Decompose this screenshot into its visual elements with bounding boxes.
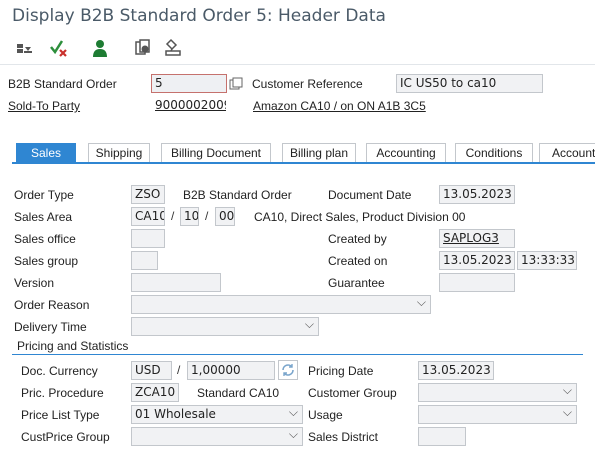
delivery-time-dropdown[interactable] [131, 317, 319, 336]
b2b-standard-order-label: B2B Standard Order [8, 77, 117, 91]
tab-accounting[interactable]: Accounting [366, 143, 446, 162]
refresh-rate-icon[interactable] [278, 360, 298, 380]
doc-currency-label: Doc. Currency [21, 364, 98, 378]
sales-district-field[interactable] [418, 427, 466, 446]
sales-area-description: CA10, Direct Sales, Product Division 00 [254, 210, 466, 224]
currency-separator: / [177, 363, 181, 377]
tab-billing-document[interactable]: Billing Document [161, 143, 271, 162]
usage-dropdown[interactable] [418, 405, 577, 424]
tab-sales[interactable]: Sales [16, 143, 76, 162]
custprice-group-label: CustPrice Group [21, 430, 110, 444]
copy-field-icon[interactable] [229, 77, 243, 94]
business-partner-icon[interactable] [90, 38, 110, 58]
sales-area-separator: / [205, 209, 209, 223]
cancel-check-icon[interactable] [48, 38, 68, 58]
customer-reference-label: Customer Reference [252, 77, 363, 91]
usage-label: Usage [308, 408, 343, 422]
other-document-icon[interactable] [14, 38, 34, 58]
sold-to-party-description[interactable]: Amazon CA10 / on ON A1B 3C5 [253, 99, 426, 113]
page-title: Display B2B Standard Order 5: Header Dat… [12, 6, 386, 26]
tab-billing-plan[interactable]: Billing plan [282, 143, 356, 162]
document-date-label: Document Date [328, 188, 412, 202]
created-by-label: Created by [328, 232, 387, 246]
version-label: Version [14, 276, 55, 290]
customer-group-label: Customer Group [308, 386, 397, 400]
pricing-date-label: Pricing Date [308, 364, 374, 378]
print-stamp-icon[interactable] [163, 38, 183, 58]
pricing-procedure-description: Standard CA10 [197, 386, 280, 400]
price-list-type-dropdown[interactable]: 01 Wholesale [131, 405, 303, 424]
guarantee-label: Guarantee [328, 276, 385, 290]
distribution-channel-field[interactable]: 10 [180, 207, 199, 226]
sold-to-party-label[interactable]: Sold-To Party [8, 99, 80, 113]
tab-conditions[interactable]: Conditions [455, 143, 533, 162]
order-number-field[interactable]: 5 [151, 74, 227, 93]
sales-area-separator: / [171, 209, 175, 223]
guarantee-field[interactable] [439, 273, 515, 292]
toolbar-divider [0, 64, 595, 65]
order-type-description: B2B Standard Order [183, 188, 292, 202]
sales-district-label: Sales District [308, 430, 379, 444]
sales-office-field[interactable] [131, 229, 165, 248]
sales-organization-field[interactable]: CA10 [131, 207, 165, 226]
sales-office-label: Sales office [14, 232, 76, 246]
pricing-procedure-field[interactable]: ZCA10 [131, 383, 179, 402]
order-type-label: Order Type [14, 188, 74, 202]
exchange-rate-field[interactable]: 1,00000 [187, 361, 275, 380]
created-by-field[interactable]: SAPLOG3 [439, 229, 515, 248]
customer-reference-field[interactable]: IC US50 to ca10 [396, 74, 543, 93]
created-on-label: Created on [328, 254, 388, 268]
copy-document-icon[interactable] [133, 38, 153, 58]
pricing-statistics-group-line [12, 354, 583, 355]
currency-field[interactable]: USD [131, 361, 172, 380]
pricing-date-field[interactable]: 13.05.2023 [418, 361, 494, 380]
sales-group-field[interactable] [131, 251, 158, 270]
version-field[interactable] [131, 273, 221, 292]
pricing-statistics-group-title: Pricing and Statistics [17, 339, 129, 353]
order-type-field[interactable]: ZSO [131, 185, 165, 204]
price-list-type-label: Price List Type [21, 408, 100, 422]
document-date-field[interactable]: 13.05.2023 [439, 185, 515, 204]
customer-group-dropdown[interactable] [418, 383, 577, 402]
custprice-group-dropdown[interactable] [131, 427, 303, 446]
sales-group-label: Sales group [14, 254, 79, 268]
delivery-time-label: Delivery Time [14, 320, 87, 334]
order-reason-dropdown[interactable] [131, 295, 431, 314]
created-on-date-field[interactable]: 13.05.2023 [439, 251, 515, 270]
pricing-procedure-label: Pric. Procedure [21, 386, 104, 400]
tab-strip-underline [12, 162, 595, 164]
sales-area-label: Sales Area [14, 210, 73, 224]
tab-account[interactable]: Account [539, 143, 595, 162]
sold-to-party-field[interactable]: 9000002009 [151, 96, 227, 115]
division-field[interactable]: 00 [215, 207, 235, 226]
order-reason-label: Order Reason [14, 298, 90, 312]
created-on-time-field[interactable]: 13:33:33 [517, 251, 577, 270]
tab-shipping[interactable]: Shipping [88, 143, 150, 162]
